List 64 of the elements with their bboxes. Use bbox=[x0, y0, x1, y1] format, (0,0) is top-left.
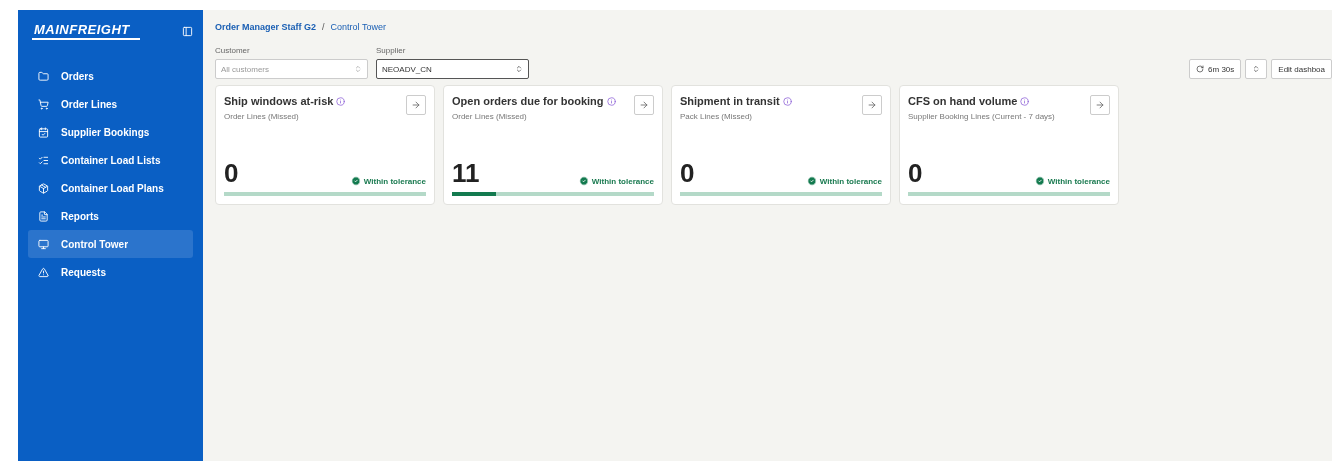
calendar-icon bbox=[38, 126, 49, 138]
info-icon[interactable] bbox=[1020, 96, 1030, 106]
card-subtitle: Supplier Booking Lines (Current - 7 days) bbox=[908, 111, 1055, 123]
check-icon bbox=[350, 176, 361, 186]
document-icon bbox=[38, 210, 49, 222]
sidebar-item[interactable]: Reports bbox=[28, 202, 193, 230]
checklist-icon bbox=[38, 154, 49, 166]
check-icon bbox=[806, 176, 817, 186]
info-icon[interactable] bbox=[782, 96, 792, 106]
arrow-icon bbox=[1095, 100, 1105, 110]
info-icon[interactable] bbox=[336, 96, 346, 106]
open-button[interactable] bbox=[1090, 95, 1110, 115]
field-label: Supplier bbox=[376, 46, 407, 55]
sidebar-item[interactable]: Control Tower bbox=[28, 230, 193, 258]
card-value: 0 bbox=[680, 160, 695, 186]
arrow-icon bbox=[639, 100, 649, 110]
breadcrumb-current: Control Tower bbox=[330, 22, 386, 32]
info-icon[interactable] bbox=[606, 96, 616, 106]
card-title: Shipment in transit bbox=[680, 95, 780, 107]
sidebar-item[interactable]: Supplier Bookings bbox=[28, 118, 193, 146]
breadcrumb-link[interactable]: Order Manager Staff G2 bbox=[215, 22, 317, 32]
refresh-icon bbox=[1196, 65, 1205, 73]
select-field[interactable]: All customers bbox=[215, 59, 368, 79]
open-button[interactable] bbox=[634, 95, 654, 115]
status-text: Within tolerance bbox=[819, 176, 882, 186]
status-text: Within tolerance bbox=[591, 176, 654, 186]
cart-icon bbox=[38, 98, 49, 110]
sidebar-item[interactable]: Order Lines bbox=[28, 90, 193, 118]
edit-dashboard-button[interactable]: Edit dashboa bbox=[1271, 59, 1332, 79]
package-icon bbox=[38, 182, 49, 194]
sidebar-item[interactable]: Container Load Plans bbox=[28, 174, 193, 202]
status-text: Within tolerance bbox=[363, 176, 426, 186]
card-value: 11 bbox=[452, 160, 480, 186]
chevron-icon bbox=[515, 65, 523, 73]
card-title: Open orders due for booking bbox=[452, 95, 604, 107]
select-field[interactable]: NEOADV_CN bbox=[376, 59, 529, 79]
folder-icon bbox=[38, 70, 49, 82]
card-title: Ship windows at-risk bbox=[224, 95, 334, 107]
card-value: 0 bbox=[908, 160, 923, 186]
arrow-icon bbox=[411, 100, 421, 110]
status-text: Within tolerance bbox=[1047, 176, 1110, 186]
breadcrumb-separator: / bbox=[322, 22, 325, 32]
logo: MAINFREIGHT bbox=[32, 22, 140, 40]
chevron-icon bbox=[1252, 65, 1261, 73]
open-button[interactable] bbox=[406, 95, 426, 115]
monitor-icon bbox=[38, 238, 49, 250]
collapse-icon[interactable] bbox=[182, 25, 193, 37]
card-title: CFS on hand volume bbox=[908, 95, 1018, 107]
sidebar-item[interactable]: Orders bbox=[28, 62, 193, 90]
check-icon bbox=[578, 176, 589, 186]
refresh-button[interactable]: 6m 30s bbox=[1189, 59, 1242, 79]
card-subtitle: Pack Lines (Missed) bbox=[680, 111, 754, 123]
card-subtitle: Order Lines (Missed) bbox=[452, 111, 528, 123]
arrow-icon bbox=[867, 100, 877, 110]
chevron-icon bbox=[354, 65, 362, 73]
card-value: 0 bbox=[224, 160, 239, 186]
sidebar-item[interactable]: Requests bbox=[28, 258, 193, 286]
open-button[interactable] bbox=[862, 95, 882, 115]
interval-stepper[interactable] bbox=[1245, 59, 1268, 79]
warning-icon bbox=[38, 266, 49, 278]
field-label: Customer bbox=[215, 46, 251, 55]
sidebar-item[interactable]: Container Load Lists bbox=[28, 146, 193, 174]
check-icon bbox=[1034, 176, 1045, 186]
card-subtitle: Order Lines (Missed) bbox=[224, 111, 300, 123]
